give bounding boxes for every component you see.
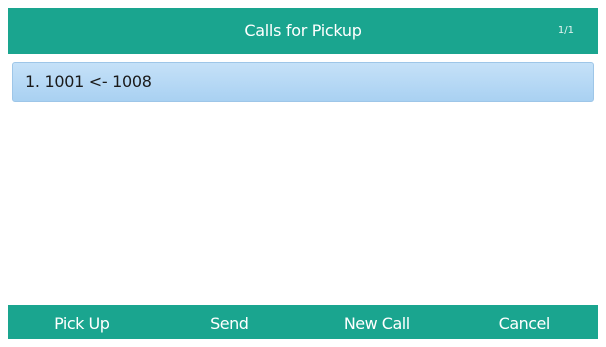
softkey-bar: Pick Up Send New Call Cancel [8,305,598,339]
call-list-item[interactable]: 1. 1001 <- 1008 [12,62,594,102]
screen-title: Calls for Pickup [244,21,362,40]
pick-up-button[interactable]: Pick Up [8,305,156,339]
cancel-button[interactable]: Cancel [451,305,599,339]
call-list-item-label: 1. 1001 <- 1008 [25,72,152,91]
call-list: 1. 1001 <- 1008 [8,54,598,305]
page-indicator: 1/1 [557,25,574,36]
send-button[interactable]: Send [156,305,304,339]
new-call-button[interactable]: New Call [303,305,451,339]
title-bar: Calls for Pickup 1/1 [8,8,598,54]
phone-screen: Calls for Pickup 1/1 1. 1001 <- 1008 Pic… [8,8,598,339]
